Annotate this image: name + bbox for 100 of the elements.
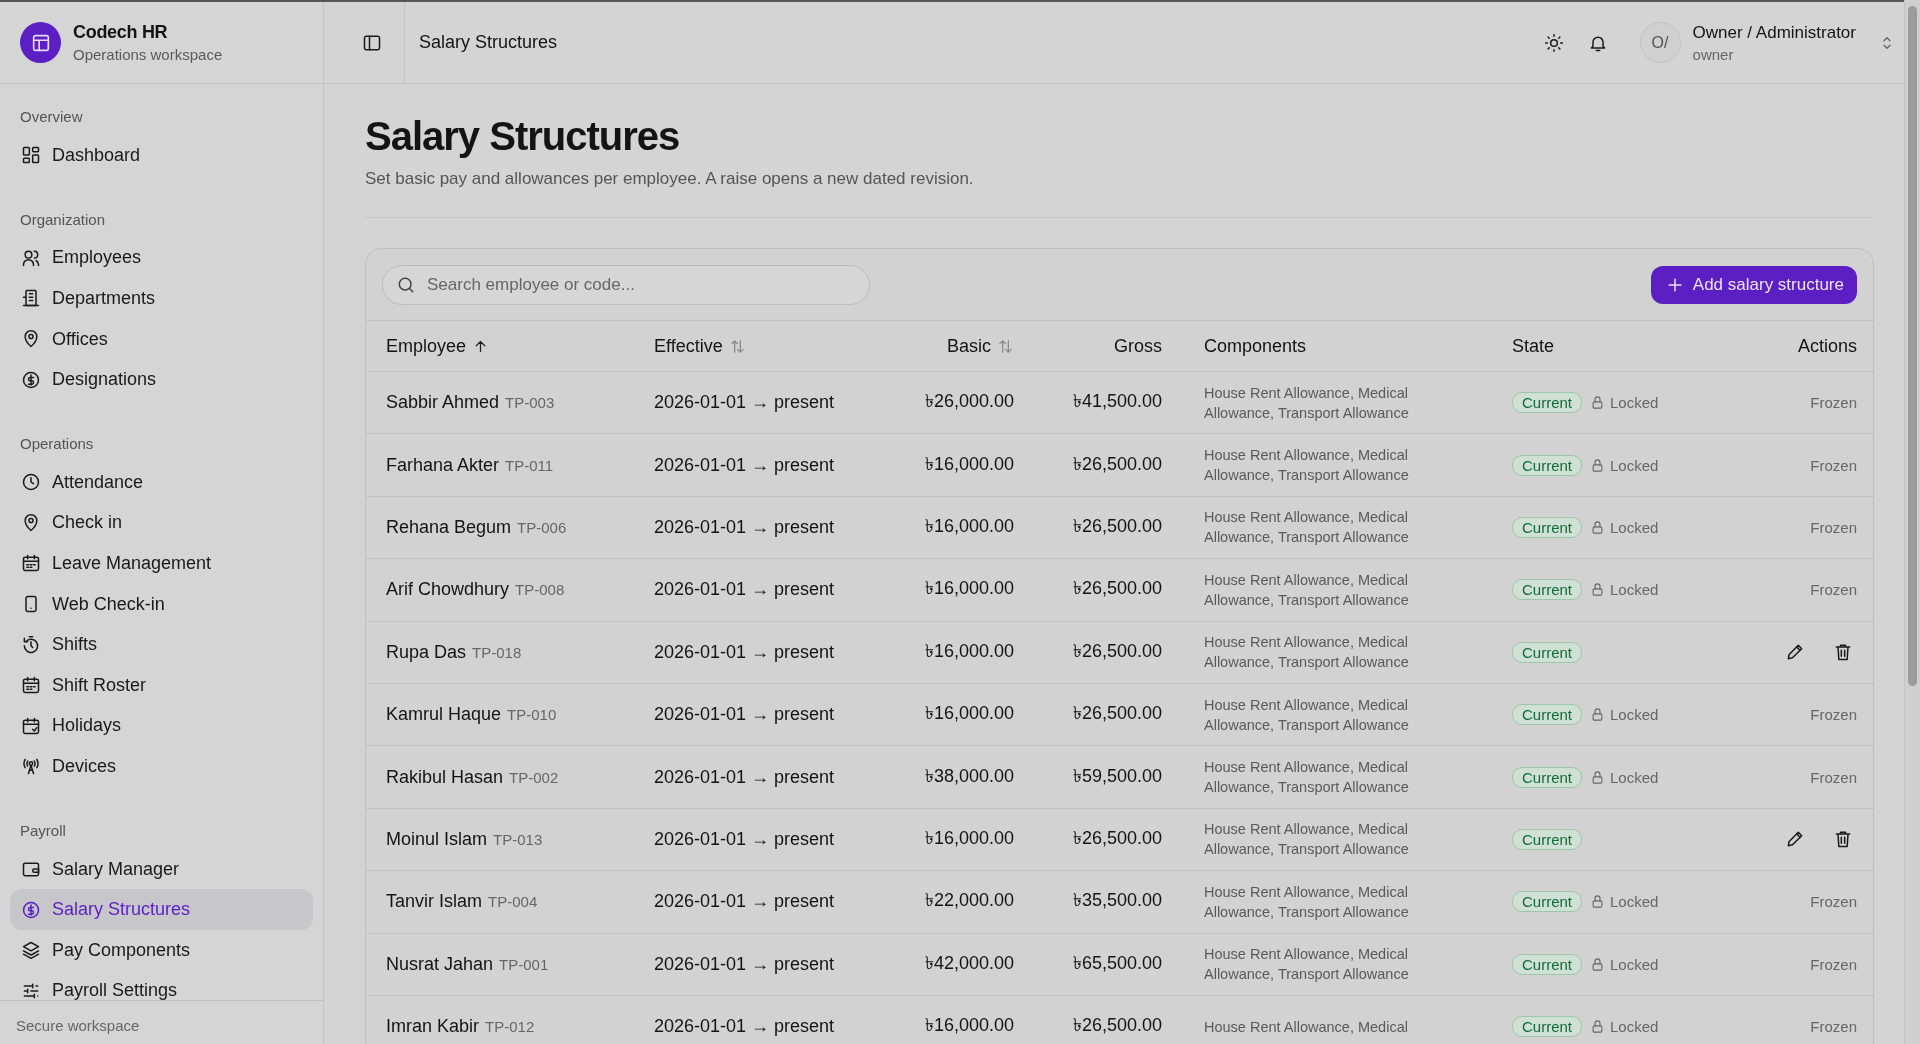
trash-icon bbox=[1833, 642, 1853, 663]
calendar-check-icon bbox=[21, 715, 41, 736]
page-subtitle: Set basic pay and allowances per employee. A raise opens a new dated revision. bbox=[365, 169, 975, 189]
employee-code: TP-012 bbox=[485, 1018, 535, 1036]
employee-code: TP-008 bbox=[515, 581, 565, 599]
locked-status: Locked bbox=[1590, 955, 1659, 973]
frozen-label: Frozen bbox=[1810, 456, 1857, 474]
locked-status: Locked bbox=[1590, 394, 1659, 412]
employee-code: TP-010 bbox=[507, 706, 557, 724]
sortable-column-header[interactable]: Basic bbox=[854, 335, 1014, 357]
sidebar-item[interactable]: Employees bbox=[10, 237, 313, 279]
locked-status: Locked bbox=[1590, 1018, 1659, 1036]
basic-amount: ৳16,000.00 bbox=[924, 452, 1014, 476]
frozen-label: Frozen bbox=[1810, 581, 1857, 599]
employee-name: Rehana Begum bbox=[386, 516, 512, 537]
gross-amount: ৳35,500.00 bbox=[1072, 889, 1162, 913]
section-heading: Organization bbox=[19, 209, 107, 230]
locked-status: Locked bbox=[1590, 706, 1659, 724]
footer-text: Secure workspace bbox=[16, 1017, 140, 1034]
avatar: O/ bbox=[1639, 22, 1681, 63]
column-header: State bbox=[1511, 335, 1556, 357]
lock-icon bbox=[1590, 894, 1606, 910]
effective-date-range: 2026-01-01 → present bbox=[654, 641, 835, 662]
sidebar-item[interactable]: Pay Components bbox=[10, 929, 313, 971]
effective-date-range: 2026-01-01 → present bbox=[654, 891, 835, 912]
grid-icon bbox=[21, 145, 41, 166]
location-pin-icon bbox=[21, 512, 41, 533]
sidebar-item[interactable]: Devices bbox=[10, 746, 313, 787]
gross-amount: ৳65,500.00 bbox=[1072, 951, 1162, 975]
effective-date-range: 2026-01-01 → present bbox=[654, 704, 835, 725]
sidebar-item[interactable]: Salary Manager bbox=[10, 848, 313, 890]
scrollbar[interactable] bbox=[1904, 0, 1920, 1044]
locked-status: Locked bbox=[1590, 768, 1659, 786]
lock-icon bbox=[1590, 707, 1606, 723]
add-salary-structure-button[interactable]: Add salary structure bbox=[1650, 265, 1857, 304]
employee-name: Rakibul Hasan bbox=[386, 766, 504, 787]
sidebar-item[interactable]: Leave Management bbox=[10, 543, 313, 584]
search-field[interactable]: Search employee or code... bbox=[382, 264, 870, 305]
sidebar-item[interactable]: Salary Structures bbox=[10, 889, 313, 930]
sidebar-item[interactable]: Web Check-in bbox=[10, 583, 313, 625]
gross-amount: ৳59,500.00 bbox=[1072, 764, 1162, 788]
calendar-icon bbox=[21, 553, 41, 574]
employee-code: TP-011 bbox=[505, 456, 554, 474]
employee-code: TP-004 bbox=[488, 893, 538, 911]
sortable-column-header[interactable]: Employee bbox=[386, 335, 654, 357]
lock-icon bbox=[1590, 1019, 1606, 1035]
components-list: House Rent Allowance, Medical Allowance, Transport Allowance bbox=[1204, 757, 1444, 798]
trash-icon bbox=[1833, 829, 1853, 850]
sidebar-item[interactable]: Departments bbox=[10, 278, 313, 319]
clock-icon bbox=[21, 472, 41, 493]
state-badge: Current bbox=[1512, 392, 1583, 414]
employee-name: Nusrat Jahan bbox=[386, 953, 494, 974]
sun-icon bbox=[1543, 32, 1564, 53]
column-header: Gross bbox=[1113, 335, 1162, 357]
scrollbar-thumb[interactable] bbox=[1908, 6, 1917, 686]
basic-amount: ৳22,000.00 bbox=[924, 889, 1014, 913]
employee-name: Sabbir Ahmed bbox=[386, 392, 500, 413]
state-badge: Current bbox=[1512, 953, 1583, 975]
gross-amount: ৳26,500.00 bbox=[1072, 639, 1162, 663]
components-list: House Rent Allowance, Medical Allowance, Transport Allowance bbox=[1204, 881, 1444, 922]
sidebar-item[interactable]: Shift Roster bbox=[10, 664, 313, 706]
sort-icon bbox=[997, 337, 1014, 355]
basic-amount: ৳38,000.00 bbox=[924, 764, 1014, 788]
sort-icon bbox=[728, 337, 746, 355]
frozen-label: Frozen bbox=[1810, 1018, 1857, 1036]
basic-amount: ৳26,000.00 bbox=[924, 390, 1014, 414]
state-badge: Current bbox=[1512, 1016, 1583, 1038]
components-list: House Rent Allowance, Medical Allowance, Transport Allowance bbox=[1204, 944, 1444, 985]
state-badge: Current bbox=[1512, 891, 1583, 913]
frozen-label: Frozen bbox=[1810, 768, 1857, 786]
employee-name: Rupa Das bbox=[386, 641, 467, 662]
user-menu[interactable]: O/ Owner / Administrator owner bbox=[1639, 22, 1896, 63]
components-list: House Rent Allowance, Medical Allowance, Transport Allowance bbox=[1204, 632, 1444, 673]
sidebar-item[interactable]: Offices bbox=[10, 318, 313, 360]
lock-icon bbox=[1590, 582, 1606, 598]
sidebar-item[interactable]: Dashboard bbox=[10, 135, 313, 176]
sidebar-item[interactable]: Designations bbox=[10, 359, 313, 400]
app-name: Codech HR bbox=[73, 22, 169, 43]
state-badge: Current bbox=[1512, 516, 1583, 538]
user-name: Owner / Administrator bbox=[1692, 22, 1856, 43]
gross-amount: ৳26,500.00 bbox=[1072, 702, 1162, 726]
components-list: House Rent Allowance, Medical Allowance, Transport Allowance bbox=[1204, 445, 1444, 486]
sidebar-item[interactable]: Holidays bbox=[10, 705, 313, 747]
frozen-label: Frozen bbox=[1810, 955, 1857, 973]
components-list: House Rent Allowance, Medical Allowance, Transport Allowance bbox=[1204, 507, 1444, 548]
antenna-icon bbox=[21, 756, 41, 777]
sortable-column-header[interactable]: Effective bbox=[654, 335, 854, 357]
sidebar-item[interactable]: Check in bbox=[10, 502, 313, 544]
sidebar-item[interactable]: Payroll Settings bbox=[10, 970, 313, 1000]
section-heading: Payroll bbox=[19, 820, 67, 841]
locked-status: Locked bbox=[1590, 581, 1659, 599]
state-badge: Current bbox=[1512, 704, 1583, 726]
basic-amount: ৳16,000.00 bbox=[924, 702, 1014, 726]
sidebar-item[interactable]: Shifts bbox=[10, 624, 313, 665]
employee-code: TP-006 bbox=[517, 518, 567, 536]
dollar-badge-icon bbox=[21, 899, 41, 920]
column-header: Actions bbox=[1796, 335, 1857, 357]
components-list: House Rent Allowance, Medical Allowance, Transport Allowance bbox=[1204, 819, 1444, 860]
sidebar-item[interactable]: Attendance bbox=[10, 461, 313, 503]
components-list: House Rent Allowance, Medical Allowance, Transport Allowance bbox=[1204, 569, 1444, 610]
